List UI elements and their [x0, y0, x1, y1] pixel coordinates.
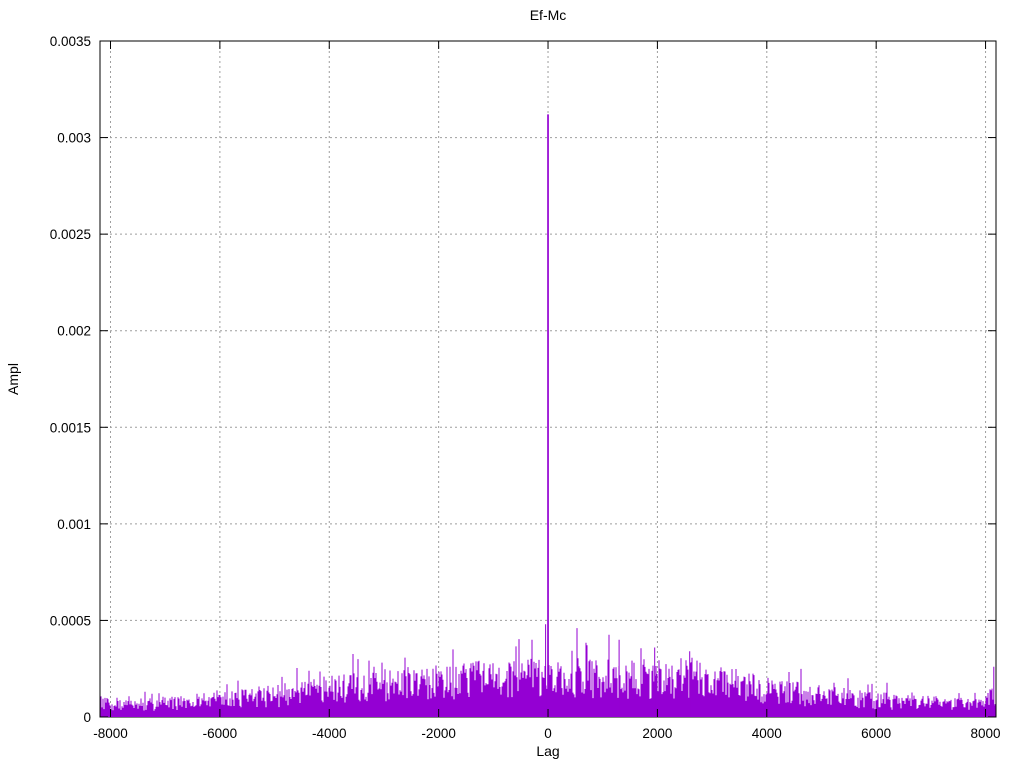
x-tick-label: -6000: [203, 726, 238, 741]
y-tick-label: 0.0035: [50, 34, 91, 49]
correlation-plot: Ef-Mc Ampl Lag -8000 -6000 -4000 -2000 0 2000…: [0, 0, 1024, 768]
y-tick-label: 0: [83, 710, 91, 725]
y-tick-label: 0.0015: [50, 420, 91, 435]
x-axis-label: Lag: [100, 743, 996, 759]
x-tick-label: 4000: [752, 726, 782, 741]
y-tick-label: 0.002: [57, 324, 91, 339]
y-tick-label: 0.003: [57, 131, 91, 146]
x-tick-label: 2000: [642, 726, 672, 741]
y-axis-label: Ampl: [5, 363, 21, 395]
x-tick-label: 8000: [971, 726, 1001, 741]
chart-title: Ef-Mc: [100, 7, 996, 23]
chart-svg: -8000 -6000 -4000 -2000 0 2000 4000 6000 8000 0 0.…: [0, 0, 1024, 768]
x-tick-label: 6000: [861, 726, 891, 741]
y-tick-label: 0.0005: [50, 613, 91, 628]
x-tick-label: 0: [544, 726, 552, 741]
y-tick-label: 0.001: [57, 517, 91, 532]
y-tick-label: 0.0025: [50, 227, 91, 242]
x-tick-label: -2000: [421, 726, 456, 741]
x-tick-label: -8000: [93, 726, 128, 741]
x-tick-label: -4000: [312, 726, 347, 741]
